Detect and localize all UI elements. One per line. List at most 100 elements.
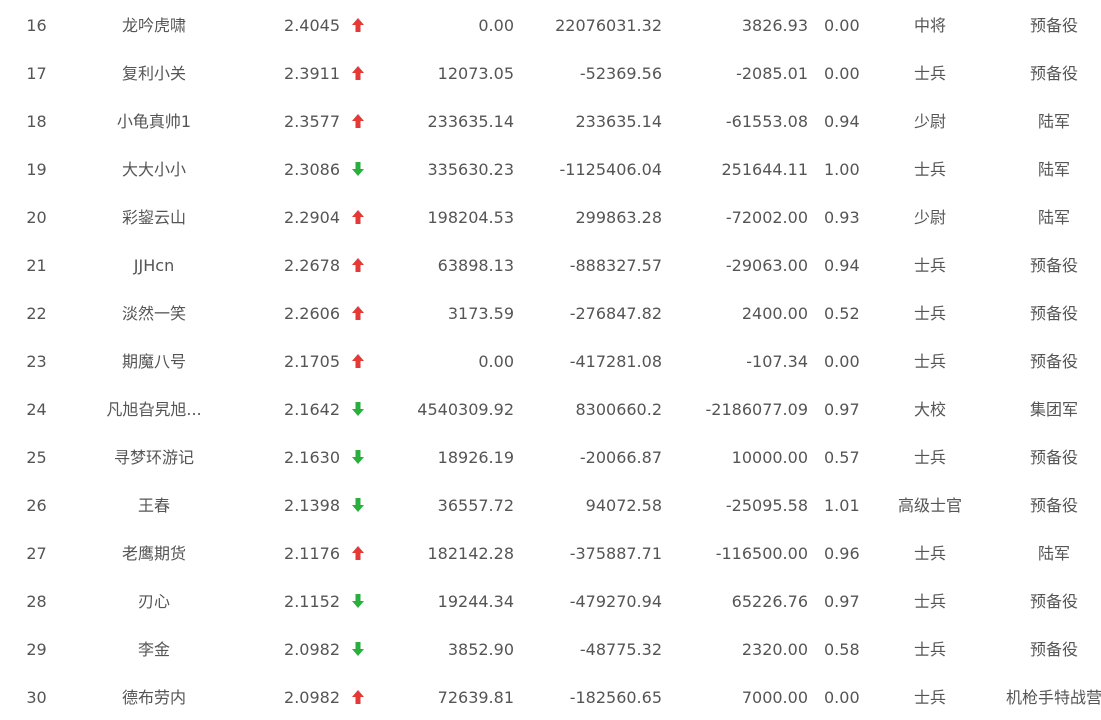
trader-name[interactable]: 老鹰期货	[96, 530, 212, 578]
military-rank-cell: 少尉	[913, 208, 946, 227]
table-row[interactable]: 27 老鹰期货 2.1176 182142.28 -375887.71 -116500.0…	[0, 530, 1101, 578]
table-row[interactable]: 30 德布劳内 2.0982 72639.81 -182560.65 7000.00 0.0…	[0, 674, 1101, 720]
unit-cell: 陆军	[1037, 208, 1070, 227]
trader-name[interactable]: 寻梦环游记	[96, 434, 212, 482]
value-1-cell: 4540309.92	[417, 400, 514, 419]
trend-cell	[348, 482, 368, 530]
table-row[interactable]: 24 凡旭旮旯旭... 2.1642 4540309.92 8300660.2 -2186…	[0, 386, 1101, 434]
value-3-cell: -2186077.09	[705, 400, 808, 419]
value-1-cell: 182142.28	[427, 544, 514, 563]
value-2-cell: -276847.82	[569, 304, 662, 323]
military-rank-cell: 大校	[913, 400, 946, 419]
rank-cell: 28	[26, 592, 47, 611]
military-rank-cell: 中将	[913, 16, 946, 35]
value-1-cell: 63898.13	[437, 256, 514, 275]
trader-name[interactable]: JJHcn	[96, 242, 212, 290]
ratio-cell: 0.96	[824, 544, 860, 563]
ratio-cell: 0.00	[824, 688, 860, 707]
value-2-cell: -182560.65	[569, 688, 662, 707]
military-rank-cell: 士兵	[913, 304, 946, 323]
rank-cell: 21	[26, 256, 47, 275]
trend-cell	[348, 242, 368, 290]
trader-name[interactable]: 复利小关	[96, 50, 212, 98]
table-row[interactable]: 19 大大小小 2.3086 335630.23 -1125406.04 251644.1…	[0, 146, 1101, 194]
trend-cell	[348, 146, 368, 194]
arrow-up-icon	[352, 354, 364, 368]
trader-name[interactable]: 大大小小	[96, 146, 212, 194]
ratio-cell: 0.58	[824, 640, 860, 659]
trader-name[interactable]: 凡旭旮旯旭...	[96, 386, 212, 434]
trend-cell	[348, 674, 368, 720]
arrow-down-icon	[352, 594, 364, 608]
score-cell: 2.3577	[284, 112, 340, 131]
table-row[interactable]: 21 JJHcn 2.2678 63898.13 -888327.57 -29063.00…	[0, 242, 1101, 290]
value-1-cell: 0.00	[478, 16, 514, 35]
value-1-cell: 3173.59	[447, 304, 514, 323]
score-cell: 2.3911	[284, 64, 340, 83]
arrow-up-icon	[352, 690, 364, 704]
table-row[interactable]: 16 龙吟虎啸 2.4045 0.00 22076031.32 3826.93 0.00 中将…	[0, 2, 1101, 50]
trader-name[interactable]: 德布劳内	[96, 674, 212, 720]
table-row[interactable]: 29 李金 2.0982 3852.90 -48775.32 2320.00 0.58 士兵 预…	[0, 626, 1101, 674]
value-3-cell: 2320.00	[741, 640, 808, 659]
trader-name[interactable]: 彩鋆云山	[96, 194, 212, 242]
value-2-cell: -52369.56	[579, 64, 662, 83]
unit-cell: 预备役	[1029, 640, 1078, 659]
military-rank-cell: 士兵	[913, 160, 946, 179]
trader-name[interactable]: 刃心	[96, 578, 212, 626]
value-3-cell: 3826.93	[741, 16, 808, 35]
arrow-down-icon	[352, 402, 364, 416]
value-1-cell: 72639.81	[437, 688, 514, 707]
trend-cell	[348, 626, 368, 674]
arrow-up-icon	[352, 114, 364, 128]
ratio-cell: 0.97	[824, 592, 860, 611]
table-row[interactable]: 23 期魔八号 2.1705 0.00 -417281.08 -107.34 0.00 士兵 预…	[0, 338, 1101, 386]
trend-cell	[348, 386, 368, 434]
unit-cell: 陆军	[1037, 544, 1070, 563]
score-cell: 2.2678	[284, 256, 340, 275]
trend-cell	[348, 194, 368, 242]
trend-cell	[348, 50, 368, 98]
table-row[interactable]: 22 淡然一笑 2.2606 3173.59 -276847.82 2400.00 0.52…	[0, 290, 1101, 338]
value-3-cell: -29063.00	[725, 256, 808, 275]
ratio-cell: 0.00	[824, 352, 860, 371]
trend-cell	[348, 338, 368, 386]
table-row[interactable]: 20 彩鋆云山 2.2904 198204.53 299863.28 -72002.00 0…	[0, 194, 1101, 242]
value-3-cell: -25095.58	[725, 496, 808, 515]
military-rank-cell: 高级士官	[897, 496, 962, 515]
rank-cell: 19	[26, 160, 47, 179]
rank-cell: 25	[26, 448, 47, 467]
table-row[interactable]: 17 复利小关 2.3911 12073.05 -52369.56 -2085.01 0.0…	[0, 50, 1101, 98]
unit-cell: 预备役	[1029, 448, 1078, 467]
score-cell: 2.1152	[284, 592, 340, 611]
table-row[interactable]: 28 刃心 2.1152 19244.34 -479270.94 65226.76 0.97…	[0, 578, 1101, 626]
trader-name[interactable]: 淡然一笑	[96, 290, 212, 338]
arrow-down-icon	[352, 450, 364, 464]
value-3-cell: 65226.76	[731, 592, 808, 611]
trader-name[interactable]: 龙吟虎啸	[96, 2, 212, 50]
trader-name[interactable]: 王春	[96, 482, 212, 530]
ratio-cell: 0.00	[824, 16, 860, 35]
trader-name[interactable]: 期魔八号	[96, 338, 212, 386]
table-row[interactable]: 26 王春 2.1398 36557.72 94072.58 -25095.58 1.01 高…	[0, 482, 1101, 530]
arrow-up-icon	[352, 18, 364, 32]
table-row[interactable]: 25 寻梦环游记 2.1630 18926.19 -20066.87 10000.00 0.…	[0, 434, 1101, 482]
military-rank-cell: 士兵	[913, 64, 946, 83]
score-cell: 2.1630	[284, 448, 340, 467]
value-2-cell: -375887.71	[569, 544, 662, 563]
unit-cell: 预备役	[1029, 304, 1078, 323]
value-1-cell: 36557.72	[437, 496, 514, 515]
ratio-cell: 0.97	[824, 400, 860, 419]
value-1-cell: 18926.19	[437, 448, 514, 467]
trader-name[interactable]: 小龟真帅1	[96, 98, 212, 146]
value-1-cell: 3852.90	[447, 640, 514, 659]
trader-name[interactable]: 李金	[96, 626, 212, 674]
value-2-cell: -479270.94	[569, 592, 662, 611]
value-2-cell: -417281.08	[569, 352, 662, 371]
score-cell: 2.4045	[284, 16, 340, 35]
arrow-up-icon	[352, 258, 364, 272]
value-3-cell: -116500.00	[715, 544, 808, 563]
table-row[interactable]: 18 小龟真帅1 2.3577 233635.14 233635.14 -61553.08…	[0, 98, 1101, 146]
ratio-cell: 0.93	[824, 208, 860, 227]
rank-cell: 27	[26, 544, 47, 563]
